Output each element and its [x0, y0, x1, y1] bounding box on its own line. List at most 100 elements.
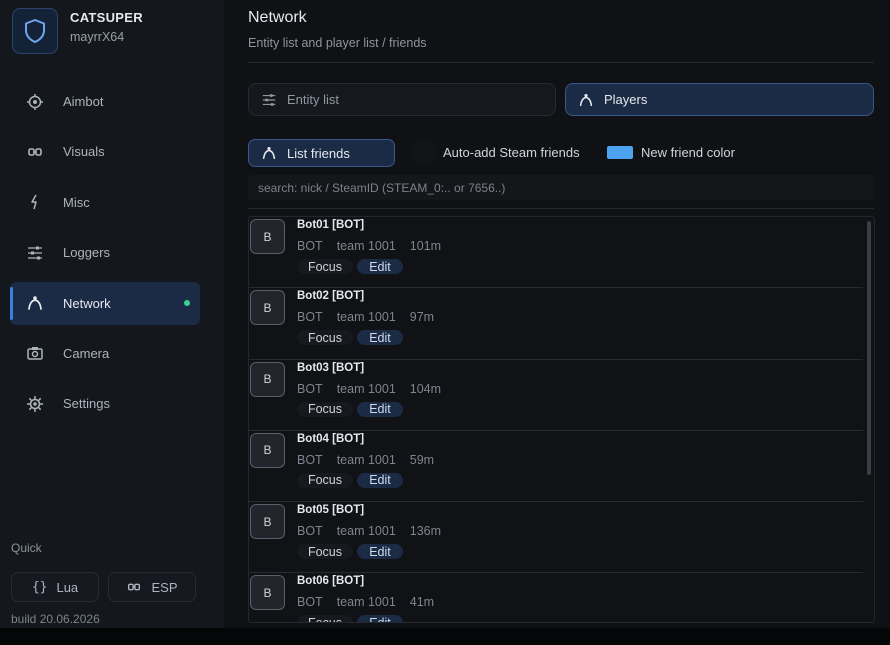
- player-meta: BOT team 1001 104m: [297, 382, 455, 396]
- edit-button[interactable]: Edit: [357, 472, 403, 488]
- player-name: Bot02 [BOT]: [297, 290, 365, 303]
- player-type: BOT: [297, 452, 323, 467]
- focus-button[interactable]: Focus: [297, 544, 353, 560]
- user-icon: [26, 294, 44, 312]
- sidebar-item-settings[interactable]: Settings: [10, 382, 200, 425]
- row-actions: Focus Edit: [297, 544, 403, 560]
- edit-button[interactable]: Edit: [357, 330, 403, 346]
- player-type: BOT: [297, 595, 323, 610]
- search-input[interactable]: [248, 175, 874, 200]
- sidebar-item-misc[interactable]: Misc: [10, 181, 200, 224]
- edit-button[interactable]: Edit: [357, 544, 403, 560]
- list-friends-label: List friends: [287, 145, 350, 161]
- brand: CATSUPER mayrrX64: [12, 8, 143, 54]
- build-version: build 20.06.2026: [11, 612, 100, 626]
- sidebar-item-label: Loggers: [63, 245, 110, 261]
- player-meta: BOT team 1001 136m: [297, 524, 455, 538]
- esp-button[interactable]: ESP: [108, 572, 196, 602]
- app-window: CATSUPER mayrrX64 Aimbot Visuals Misc Lo…: [0, 0, 890, 628]
- player-name: Bot03 [BOT]: [297, 361, 365, 374]
- focus-button[interactable]: Focus: [297, 259, 353, 274]
- player-list[interactable]: B Bot01 [BOT] BOT team 1001 101m Focus Edit B Bo…: [248, 216, 875, 623]
- tab-label: Entity list: [287, 92, 340, 107]
- auto-add-label: Auto-add Steam friends: [443, 145, 580, 160]
- divider: [248, 208, 874, 209]
- row-actions: Focus Edit: [297, 615, 403, 622]
- focus-button[interactable]: Focus: [297, 472, 353, 488]
- player-distance: 59m: [409, 452, 435, 467]
- camera-icon: [26, 344, 44, 362]
- lua-button[interactable]: {} Lua: [11, 572, 99, 602]
- sidebar-nav: Aimbot Visuals Misc Loggers Network Came…: [10, 80, 200, 433]
- avatar: B: [250, 575, 285, 611]
- status-dot: [184, 299, 190, 306]
- page-subtitle: Entity list and player list / friends: [248, 36, 427, 50]
- list-friends-button[interactable]: List friends: [248, 139, 395, 167]
- sidebar-item-label: Aimbot: [63, 94, 104, 109]
- row-actions: Focus Edit: [297, 401, 403, 417]
- user-icon: [261, 145, 277, 161]
- lua-button-label: Lua: [56, 579, 79, 595]
- table-row[interactable]: B Bot02 [BOT] BOT team 1001 97m Focus Edit: [249, 288, 863, 360]
- row-actions: Focus Edit: [297, 472, 403, 488]
- player-meta: BOT team 1001 41m: [297, 595, 448, 609]
- sidebar-item-visuals[interactable]: Visuals: [10, 130, 200, 173]
- player-team: team 1001: [336, 310, 396, 325]
- player-type: BOT: [297, 310, 323, 325]
- table-row[interactable]: B Bot01 [BOT] BOT team 1001 101m Focus Edit: [249, 217, 863, 289]
- tab-entity-list[interactable]: Entity list: [248, 83, 556, 116]
- main-panel: Network Entity list and player list / fr…: [224, 0, 890, 628]
- player-meta: BOT team 1001 59m: [297, 453, 448, 467]
- tab-label: Players: [604, 92, 648, 107]
- player-distance: 101m: [409, 239, 442, 253]
- row-actions: Focus Edit: [297, 259, 403, 274]
- new-friend-color-swatch[interactable]: [607, 146, 633, 159]
- brand-name: CATSUPER: [70, 10, 143, 25]
- sidebar-item-network[interactable]: Network: [10, 281, 200, 325]
- user-icon: [578, 92, 594, 108]
- brand-username: mayrrX64: [70, 30, 125, 44]
- sidebar-item-label: Misc: [63, 194, 90, 210]
- focus-button[interactable]: Focus: [297, 330, 353, 346]
- table-row[interactable]: B Bot05 [BOT] BOT team 1001 136m Focus Edit: [249, 502, 863, 574]
- sidebar-item-label: Network: [63, 295, 111, 311]
- auto-add-toggle[interactable]: [410, 140, 436, 166]
- edit-button[interactable]: Edit: [357, 401, 403, 417]
- gear-icon: [26, 395, 44, 413]
- focus-button[interactable]: Focus: [297, 615, 353, 622]
- player-name: Bot05 [BOT]: [297, 504, 365, 517]
- player-team: team 1001: [336, 452, 396, 467]
- sliders-icon: [26, 244, 44, 262]
- player-name: Bot01 [BOT]: [297, 219, 365, 231]
- player-distance: 41m: [409, 595, 435, 610]
- table-row[interactable]: B Bot04 [BOT] BOT team 1001 59m Focus Edit: [249, 431, 863, 503]
- tab-players[interactable]: Players: [565, 83, 874, 116]
- player-meta: BOT team 1001 101m: [297, 239, 455, 253]
- player-team: team 1001: [336, 595, 396, 610]
- bolt-icon: [26, 193, 44, 211]
- table-row[interactable]: B Bot03 [BOT] BOT team 1001 104m Focus Edit: [249, 360, 863, 431]
- sidebar-item-camera[interactable]: Camera: [10, 332, 200, 375]
- edit-button[interactable]: Edit: [357, 259, 403, 274]
- scrollbar-thumb[interactable]: [867, 221, 871, 475]
- sidebar-item-label: Camera: [63, 345, 110, 361]
- shield-icon: [12, 8, 58, 54]
- braces-icon: {}: [31, 579, 48, 595]
- row-actions: Focus Edit: [297, 330, 403, 346]
- table-row[interactable]: B Bot06 [BOT] BOT team 1001 41m Focus Edit: [249, 573, 863, 622]
- avatar: B: [250, 504, 285, 540]
- player-meta: BOT team 1001 97m: [297, 310, 448, 324]
- player-list-rows: B Bot01 [BOT] BOT team 1001 101m Focus Edit B Bo…: [249, 217, 863, 622]
- player-type: BOT: [297, 239, 323, 253]
- sidebar-item-aimbot[interactable]: Aimbot: [10, 80, 200, 123]
- sidebar-item-label: Visuals: [63, 144, 105, 160]
- player-distance: 97m: [409, 310, 435, 325]
- edit-button[interactable]: Edit: [357, 615, 403, 622]
- sidebar-item-label: Settings: [63, 396, 110, 412]
- player-name: Bot06 [BOT]: [297, 575, 365, 588]
- avatar: B: [250, 361, 285, 397]
- avatar: B: [250, 432, 285, 468]
- player-type: BOT: [297, 381, 323, 396]
- sidebar-item-loggers[interactable]: Loggers: [10, 231, 200, 274]
- focus-button[interactable]: Focus: [297, 401, 353, 417]
